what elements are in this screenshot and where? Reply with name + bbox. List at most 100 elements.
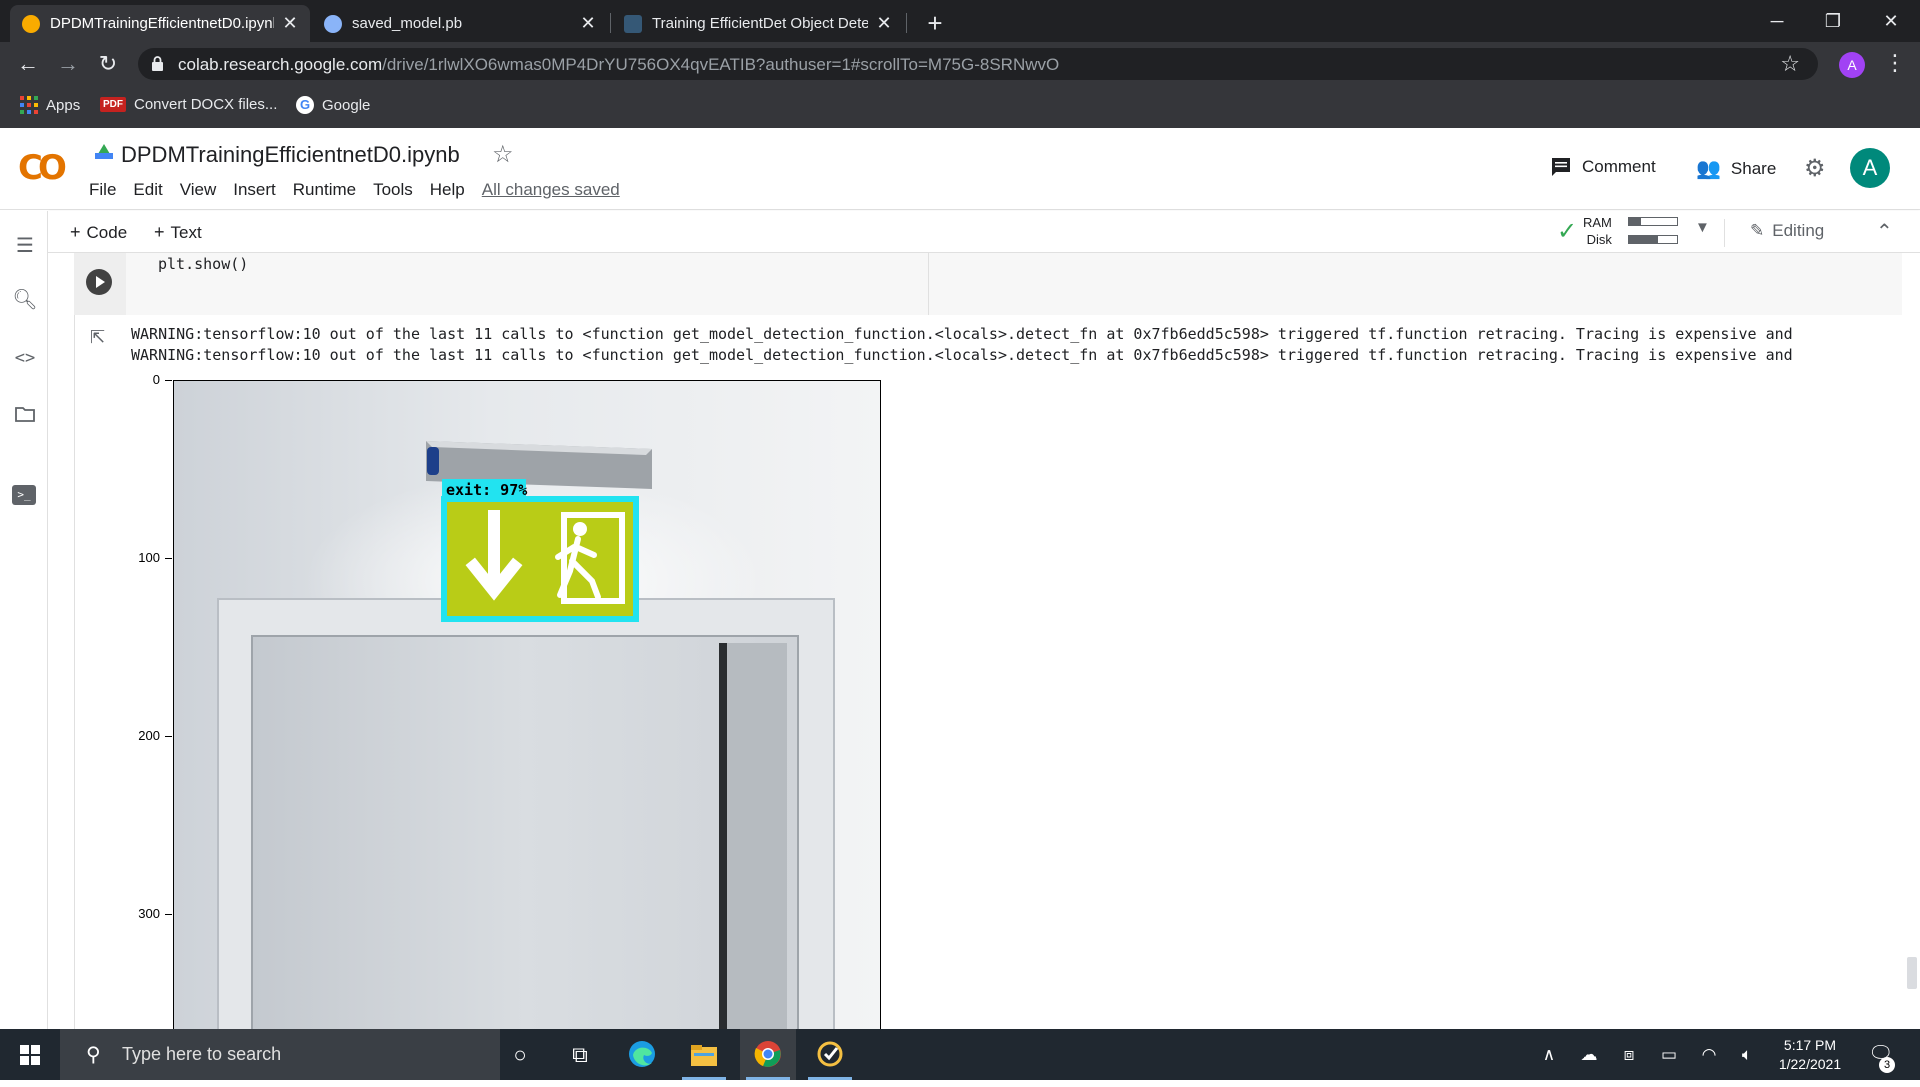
- chevron-up-icon[interactable]: ⌃: [1876, 219, 1893, 244]
- menu-file[interactable]: File: [89, 180, 116, 200]
- avatar[interactable]: A: [1850, 148, 1890, 188]
- app-icon[interactable]: [802, 1029, 858, 1080]
- volume-icon[interactable]: 🔈︎: [1732, 1029, 1762, 1080]
- disk-label: Disk: [1586, 232, 1612, 247]
- window-close-icon[interactable]: ✕: [1866, 6, 1916, 36]
- y-tick: [165, 558, 172, 559]
- y-tick-label: 300: [138, 906, 160, 921]
- menu-view[interactable]: View: [180, 180, 217, 200]
- code-cell[interactable]: plt.show(): [74, 253, 1902, 315]
- onedrive-icon[interactable]: ☁: [1574, 1029, 1604, 1080]
- task-view-icon[interactable]: ⧉: [552, 1029, 608, 1080]
- google-icon: G: [296, 96, 314, 114]
- close-icon[interactable]: ✕: [580, 13, 596, 34]
- comment-button[interactable]: Comment: [1550, 156, 1656, 178]
- notebook-title[interactable]: DPDMTrainingEfficientnetD0.ipynb: [121, 142, 460, 168]
- cell-divider: [928, 253, 929, 315]
- menu-insert[interactable]: Insert: [233, 180, 276, 200]
- page-scrollbar[interactable]: [1902, 253, 1920, 1029]
- save-status[interactable]: All changes saved: [482, 180, 620, 200]
- menu-edit[interactable]: Edit: [133, 180, 162, 200]
- tab-colab-notebook[interactable]: DPDMTrainingEfficientnetD0.ipynb ✕: [10, 5, 310, 42]
- new-tab-icon[interactable]: +: [922, 8, 948, 39]
- toolbar-divider: [1724, 219, 1725, 247]
- share-button[interactable]: 👥 Share: [1696, 156, 1776, 181]
- clock-date: 1/22/2021: [1778, 1056, 1842, 1072]
- scrollbar-thumb[interactable]: [1907, 957, 1917, 989]
- browser-tab-strip: DPDMTrainingEfficientnetD0.ipynb ✕ saved…: [0, 0, 1920, 42]
- bookmark-convert-docx[interactable]: PDF Convert DOCX files...: [100, 96, 277, 113]
- minimize-icon[interactable]: ─: [1752, 6, 1802, 36]
- tab-title: saved_model.pb: [352, 15, 463, 32]
- add-text-button[interactable]: + Text: [154, 222, 202, 243]
- y-tick-label: 100: [138, 550, 160, 565]
- tab-separator: [906, 13, 907, 33]
- file-explorer-icon[interactable]: [676, 1029, 732, 1080]
- tab-saved-model[interactable]: saved_model.pb ✕: [312, 5, 608, 42]
- output-icon[interactable]: ⇱: [90, 327, 105, 348]
- menu-help[interactable]: Help: [430, 180, 465, 200]
- resource-labels[interactable]: RAM Disk: [1583, 214, 1612, 248]
- url-text: colab.research.google.com/drive/1rlwlXO6…: [178, 55, 1060, 74]
- windows-start-icon[interactable]: [20, 1045, 40, 1065]
- y-tick: [165, 914, 172, 915]
- windows-taskbar: ⚲ Type here to search ○ ⧉ ∧ ☁ ⧈ ▭ ◠ 🔈︎ 5…: [0, 1029, 1920, 1080]
- bookmarks-bar: Apps PDF Convert DOCX files... G Google: [0, 86, 1920, 128]
- tab-title: DPDMTrainingEfficientnetD0.ipynb: [50, 15, 274, 32]
- plus-icon: +: [154, 222, 165, 242]
- pdf-icon: PDF: [100, 97, 126, 112]
- wifi-icon[interactable]: ◠: [1694, 1029, 1724, 1080]
- chevron-up-icon[interactable]: ∧: [1534, 1029, 1564, 1080]
- ram-usage-bar: [1628, 217, 1678, 226]
- address-bar[interactable]: colab.research.google.com/drive/1rlwlXO6…: [138, 48, 1818, 80]
- tab-training-efficientdet[interactable]: Training EfficientDet Object Detection ✕: [612, 5, 904, 42]
- bookmark-label: Convert DOCX files...: [134, 96, 278, 113]
- code-editor[interactable]: plt.show(): [158, 255, 248, 273]
- back-icon[interactable]: ←: [12, 48, 44, 80]
- colab-logo[interactable]: CO: [18, 148, 67, 188]
- restore-icon[interactable]: ❐: [1808, 6, 1858, 36]
- y-tick: [165, 736, 172, 737]
- close-icon[interactable]: ✕: [282, 13, 298, 34]
- search-icon[interactable]: 🔍︎: [12, 287, 38, 313]
- kebab-menu-icon[interactable]: ⋮: [1884, 50, 1906, 76]
- battery-icon[interactable]: ▭: [1654, 1029, 1684, 1080]
- forward-icon[interactable]: →: [52, 48, 84, 80]
- bookmark-apps[interactable]: Apps: [20, 96, 80, 114]
- run-cell-button[interactable]: [86, 269, 112, 295]
- table-of-contents-icon[interactable]: ☰: [12, 233, 38, 259]
- editing-mode-button[interactable]: ✎ Editing: [1750, 221, 1824, 241]
- cortana-icon[interactable]: ○: [492, 1029, 548, 1080]
- colab-header: CO DPDMTrainingEfficientnetD0.ipynb ☆ Fi…: [0, 128, 1920, 210]
- people-icon: 👥: [1696, 158, 1721, 180]
- menu-runtime[interactable]: Runtime: [293, 180, 356, 200]
- security-icon[interactable]: ⧈: [1614, 1029, 1644, 1080]
- bookmark-label: Google: [322, 96, 371, 114]
- apps-grid-icon: [20, 96, 38, 114]
- bookmark-google[interactable]: G Google: [296, 96, 370, 114]
- chevron-down-icon[interactable]: ▼: [1695, 219, 1710, 236]
- output-border: [74, 315, 75, 1029]
- edge-icon[interactable]: [614, 1029, 670, 1080]
- chrome-profile-avatar[interactable]: A: [1839, 52, 1865, 78]
- bookmark-label: Apps: [46, 96, 81, 114]
- gear-icon[interactable]: ⚙: [1804, 154, 1826, 183]
- search-icon: ⚲: [86, 1044, 101, 1066]
- clock-time: 5:17 PM: [1783, 1037, 1837, 1053]
- reload-icon[interactable]: ↻: [92, 48, 124, 80]
- code-snippets-icon[interactable]: <>: [12, 345, 38, 371]
- close-icon[interactable]: ✕: [876, 13, 892, 34]
- add-code-button[interactable]: + Code: [70, 222, 127, 243]
- system-clock[interactable]: 5:17 PM 1/22/2021: [1760, 1036, 1860, 1074]
- tds-favicon-icon: [624, 14, 642, 33]
- bookmark-star-icon[interactable]: ☆: [1780, 51, 1800, 77]
- comment-label: Comment: [1582, 157, 1656, 176]
- terminal-icon[interactable]: >_: [12, 485, 36, 505]
- chrome-icon[interactable]: [740, 1029, 796, 1080]
- menu-tools[interactable]: Tools: [373, 180, 413, 200]
- star-icon[interactable]: ☆: [492, 140, 514, 169]
- taskbar-search[interactable]: ⚲ Type here to search: [60, 1029, 500, 1080]
- folder-icon[interactable]: [12, 403, 38, 429]
- google-drive-icon: [95, 144, 113, 159]
- y-tick-label: 200: [138, 728, 160, 743]
